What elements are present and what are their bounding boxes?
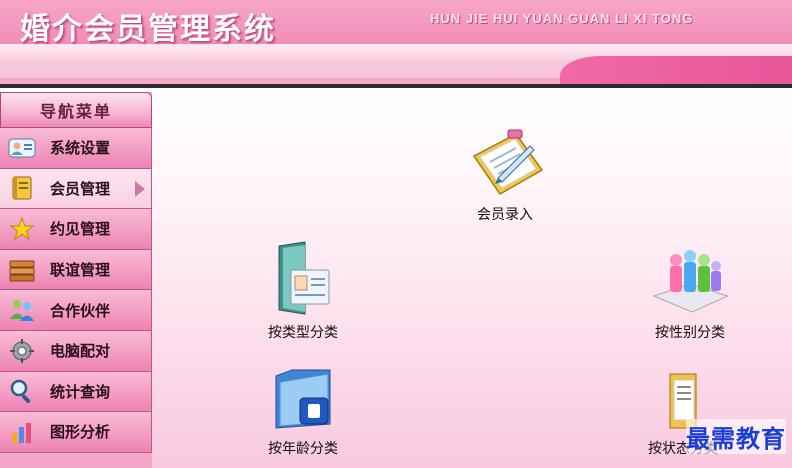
sidebar-item-appointment-management[interactable]: 约见管理	[0, 209, 152, 250]
blue-folder-icon	[270, 362, 336, 434]
tile-label: 按性别分类	[655, 325, 725, 341]
sidebar-item-label: 会员管理	[50, 179, 111, 198]
main-panel: 会员录入 按类型分类 按性别分类 按年龄分类 按状态分类	[152, 88, 792, 468]
sidebar-item-label: 图形分析	[50, 423, 111, 442]
people-figures-icon	[648, 244, 732, 318]
app-header: 婚介会员管理系统 HUN JIE HUI YUAN GUAN LI XI TON…	[0, 0, 792, 88]
chevron-right-icon	[135, 180, 145, 197]
gear-icon	[8, 338, 36, 364]
nav-list: 系统设置 会员管理 约见管理 联谊管理 合作伙伴 电脑配对 统计查询 图形分析	[0, 128, 152, 453]
sidebar-item-label: 合作伙伴	[50, 301, 111, 320]
sidebar-item-label: 电脑配对	[50, 342, 111, 361]
star-icon	[8, 216, 36, 242]
book-icon	[8, 175, 36, 201]
sidebar-item-statistics-query[interactable]: 统计查询	[0, 371, 152, 413]
tile-by-type[interactable]: 按类型分类	[268, 240, 338, 342]
sidebar-item-system-settings[interactable]: 系统设置	[0, 128, 152, 169]
contact-card-icon	[271, 240, 335, 318]
app-title: 婚介会员管理系统	[20, 12, 276, 47]
watermark-text: 最需教育	[686, 419, 786, 454]
tile-label: 会员录入	[477, 207, 533, 223]
sidebar-item-label: 统计查询	[50, 382, 111, 401]
sidebar-item-label: 约见管理	[50, 220, 111, 239]
sidebar-item-label: 系统设置	[50, 139, 111, 158]
app-subtitle: HUN JIE HUI YUAN GUAN LI XI TONG	[430, 11, 694, 26]
tile-label: 按年龄分类	[268, 441, 338, 457]
magnifier-icon	[8, 378, 36, 404]
sidebar-item-member-management[interactable]: 会员管理	[0, 168, 152, 210]
sidebar-item-label: 联谊管理	[50, 261, 111, 280]
tile-label: 按类型分类	[268, 325, 338, 341]
sidebar-item-partners[interactable]: 合作伙伴	[0, 290, 152, 331]
stack-icon	[8, 257, 36, 283]
bar-chart-icon	[8, 419, 36, 445]
sidebar-item-graphic-analysis[interactable]: 图形分析	[0, 412, 152, 453]
sidebar-title: 导航菜单	[0, 92, 152, 128]
tile-member-entry[interactable]: 会员录入	[464, 126, 546, 224]
sidebar-item-computer-matching[interactable]: 电脑配对	[0, 330, 152, 372]
tile-by-gender[interactable]: 按性别分类	[648, 244, 732, 342]
sidebar: 导航菜单 系统设置 会员管理 约见管理 联谊管理 合作伙伴 电脑配对 统计查询 …	[0, 92, 152, 468]
user-settings-icon	[8, 135, 36, 161]
header-curve	[560, 56, 792, 86]
sidebar-item-social-management[interactable]: 联谊管理	[0, 249, 152, 291]
tile-by-age[interactable]: 按年龄分类	[268, 362, 338, 458]
people-icon	[8, 297, 36, 323]
clipboard-pen-icon	[464, 126, 546, 200]
